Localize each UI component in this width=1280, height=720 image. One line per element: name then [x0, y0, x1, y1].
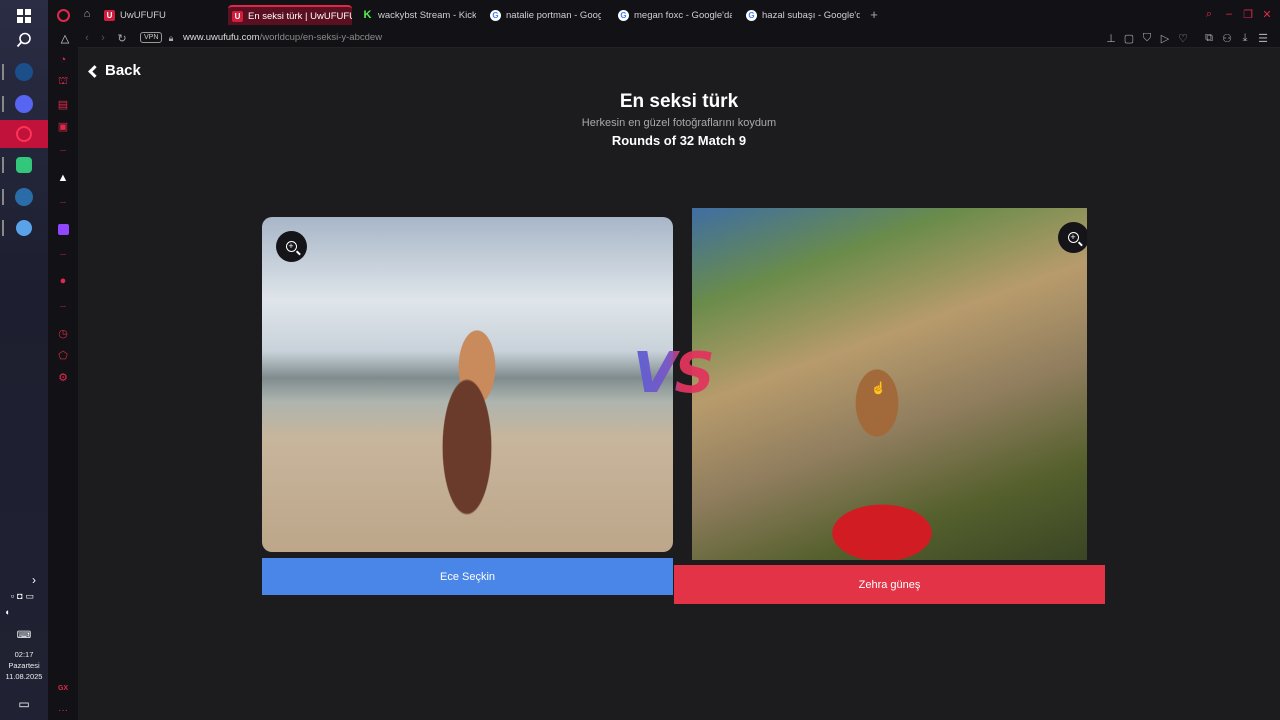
sidebar-divider: [60, 254, 66, 255]
tab-label: wackybst Stream - Kick (: [378, 9, 476, 21]
clock-date[interactable]: 11.08.2025: [0, 671, 48, 682]
minimize-icon[interactable]: –: [1222, 7, 1236, 21]
new-tab-plus-icon[interactable]: +: [867, 7, 881, 22]
pin-icon[interactable]: ⊥: [1104, 31, 1118, 45]
extensions-icon[interactable]: ⬠: [55, 347, 71, 363]
tab-bar: ⌂ U UwUFUFU U En seksi türk | UwUFUFU K …: [78, 0, 1280, 28]
url-field[interactable]: www.uwufufu.com/worldcup/en-seksi-y-abcd…: [183, 32, 382, 43]
taskbar-indicator: [2, 157, 4, 173]
sidebar-divider: [60, 150, 66, 151]
clock-day[interactable]: Pazartesi: [0, 660, 48, 671]
google-favicon-icon: G: [490, 9, 501, 21]
right-candidate-photo[interactable]: [692, 208, 1087, 560]
extensions-puzzle-icon[interactable]: ⧉: [1202, 31, 1216, 45]
back-nav-icon[interactable]: ‹: [80, 31, 94, 45]
page-subtitle: Herkesin en güzel fotoğraflarını koydum: [581, 117, 777, 129]
windows-start-icon[interactable]: [12, 4, 36, 28]
tab-label: UwUFUFU: [120, 9, 166, 21]
tab-google-hazal[interactable]: G hazal subaşı - Google'da: [742, 5, 860, 25]
opera-menu-icon[interactable]: [55, 7, 71, 23]
search-icon[interactable]: [12, 28, 36, 52]
sidebar-divider: [60, 202, 66, 203]
network-app-icon[interactable]: [12, 216, 36, 240]
profile-icon[interactable]: ⚇: [1220, 31, 1234, 45]
taskbar-indicator: [2, 189, 4, 205]
uwufufu-favicon-icon: U: [232, 10, 243, 22]
history-icon[interactable]: ◷: [55, 325, 71, 341]
tab-google-megan[interactable]: G megan foxc - Google'da A: [614, 5, 732, 25]
chat-app-icon[interactable]: [12, 153, 36, 177]
back-label: Back: [105, 62, 141, 79]
heart-icon[interactable]: ♡: [1176, 31, 1190, 45]
address-bar: △ ‹ › ↻ VPN 🔒︎ www.uwufufu.com/worldcup/…: [61, 28, 1280, 48]
record-icon[interactable]: ●: [55, 273, 71, 289]
page-content: Back En seksi türk Herkesin en güzel fot…: [78, 48, 1280, 720]
download-icon[interactable]: ⤓: [1238, 31, 1252, 45]
shield-icon[interactable]: ⛉: [1140, 31, 1154, 45]
tab-label: megan foxc - Google'da A: [634, 9, 732, 21]
zoom-in-icon[interactable]: [1058, 222, 1087, 253]
forward-nav-icon[interactable]: ›: [96, 31, 110, 45]
round-info: Rounds of 32 Match 9: [611, 133, 747, 148]
tab-label: En seksi türk | UwUFUFU: [248, 10, 352, 22]
twitch-icon[interactable]: [55, 221, 71, 237]
opera-sidebar: ◔ ⛫ ▤ ▣ ▲ ● ◷ ⬠ ⚙ GX ···: [48, 0, 78, 720]
volume-icon[interactable]: ◖: [0, 605, 14, 619]
gx-corner-icon[interactable]: ⛫: [55, 74, 71, 90]
notification-icon[interactable]: ▭: [12, 692, 36, 716]
opera-gx-icon[interactable]: [12, 122, 36, 146]
tab-google-natalie[interactable]: G natalie portman - Google: [486, 5, 601, 25]
tab-label: natalie portman - Google: [506, 9, 601, 21]
tab-uwufufu[interactable]: U UwUFUFU: [100, 5, 220, 25]
lock-icon[interactable]: 🔒︎: [164, 31, 178, 45]
clock-time[interactable]: 02:17: [0, 649, 48, 660]
back-button[interactable]: Back: [88, 62, 141, 79]
app-icon[interactable]: ▲: [55, 170, 71, 186]
left-candidate-photo[interactable]: [262, 217, 673, 552]
windows-taskbar: › ▫◘▭ ◖ ⌨ 02:17 Pazartesi 11.08.2025 ▭: [0, 0, 48, 720]
player-icon[interactable]: ▷: [1158, 31, 1172, 45]
menu-icon[interactable]: ☰: [1256, 31, 1270, 45]
google-favicon-icon: G: [618, 9, 629, 21]
tray-icons[interactable]: ▫◘▭: [0, 589, 48, 603]
vpn-badge[interactable]: VPN: [140, 32, 163, 43]
discord-icon[interactable]: [12, 92, 36, 116]
tab-kick-stream[interactable]: K wackybst Stream - Kick (: [358, 5, 476, 25]
taskbar-indicator: [2, 64, 4, 80]
right-choice-button[interactable]: Zehra güneş: [674, 565, 1105, 604]
more-icon[interactable]: ···: [55, 702, 71, 718]
snapshot-icon[interactable]: ▢: [1122, 31, 1136, 45]
kick-favicon-icon: K: [363, 9, 372, 21]
page-title: En seksi türk: [619, 91, 739, 112]
uwufufu-favicon-icon: U: [104, 9, 115, 21]
url-host: www.uwufufu.com: [183, 32, 260, 43]
restore-icon[interactable]: ❐: [1241, 7, 1255, 21]
chevron-right-icon[interactable]: ›: [26, 572, 42, 588]
url-path: /worldcup/en-seksi-y-abcdew: [259, 32, 383, 43]
google-favicon-icon: G: [746, 9, 757, 21]
tab-search-icon[interactable]: ⌕: [1202, 7, 1216, 21]
steam-icon[interactable]: [12, 60, 36, 84]
gx-control-icon[interactable]: ◔: [55, 52, 71, 68]
settings-icon[interactable]: ⚙: [55, 369, 71, 385]
tab-label: hazal subaşı - Google'da: [762, 9, 860, 21]
gx-music-icon[interactable]: ▤: [55, 96, 71, 112]
close-icon[interactable]: ✕: [1260, 7, 1274, 21]
keyboard-icon[interactable]: ⌨: [12, 623, 36, 647]
steam-icon[interactable]: [12, 185, 36, 209]
warning-icon[interactable]: △: [58, 31, 72, 45]
gx-label[interactable]: GX: [55, 680, 71, 696]
sidebar-divider: [60, 306, 66, 307]
tab-en-seksi-turk[interactable]: U En seksi türk | UwUFUFU: [228, 5, 352, 25]
gx-news-icon[interactable]: ▣: [55, 118, 71, 134]
left-choice-button[interactable]: Ece Seçkin: [262, 558, 673, 595]
taskbar-indicator: [2, 96, 4, 112]
workspaces-icon[interactable]: ⌂: [80, 7, 94, 21]
chevron-left-icon: [88, 64, 101, 78]
reload-icon[interactable]: ↻: [115, 31, 129, 45]
zoom-in-icon[interactable]: [276, 231, 307, 262]
hand-cursor-icon: ☝: [871, 381, 886, 395]
taskbar-indicator: [2, 220, 4, 236]
versus-label: VS: [633, 341, 715, 406]
